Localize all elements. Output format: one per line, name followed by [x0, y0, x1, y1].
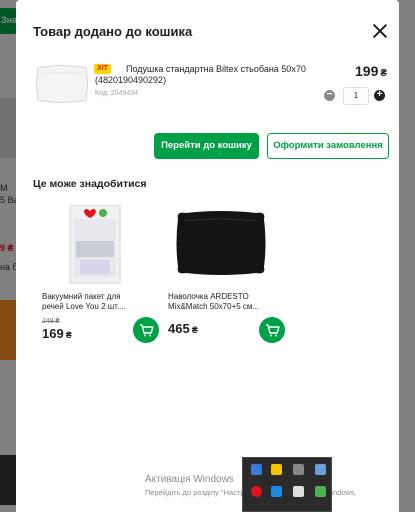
quantity-stepper: − 1 +: [321, 87, 389, 105]
price-value: 199: [355, 63, 379, 79]
telegram-tray-icon[interactable]: [315, 464, 326, 475]
product-card: Наволочка ARDESTO Mix&Match 50x70+5 см..…: [166, 205, 285, 345]
cart-item-price: 199 ₴: [355, 63, 387, 79]
cart-item-code: Код: 2049434: [95, 90, 139, 97]
pillowcase-image[interactable]: [166, 205, 276, 285]
product-card: Вакуумний пакет для речей Love You 2 шт.…: [40, 204, 159, 345]
pillow-image[interactable]: [32, 62, 92, 106]
windows-activation-title: Активація Windows: [145, 474, 234, 485]
app-tray-icon[interactable]: [271, 486, 282, 497]
currency-symbol: ₴: [65, 330, 72, 340]
minus-icon[interactable]: −: [324, 90, 335, 101]
modal-title: Товар додано до кошика: [33, 24, 193, 39]
add-to-cart-button[interactable]: [133, 317, 159, 343]
app-tray-icon[interactable]: [251, 464, 262, 475]
product-name[interactable]: Наволочка ARDESTO Mix&Match 50x70+5 см..…: [168, 292, 264, 312]
product-name[interactable]: Вакуумний пакет для речей Love You 2 шт.…: [42, 292, 138, 312]
product-price: 465 ₴: [168, 321, 198, 336]
chrome-tray-icon[interactable]: [251, 486, 262, 497]
cart-icon: [140, 324, 154, 337]
vacuum-bag-image[interactable]: [40, 204, 150, 285]
cart-modal: Товар додано до кошика ХІТ Подушка станд…: [16, 0, 399, 512]
add-to-cart-button[interactable]: [259, 317, 285, 343]
cart-icon: [266, 324, 280, 337]
product-price: 169 ₴: [42, 326, 72, 341]
go-to-cart-button[interactable]: Перейти до кошику: [154, 133, 259, 159]
app-tray-icon[interactable]: [315, 486, 326, 497]
currency-symbol: ₴: [191, 325, 198, 335]
quantity-input[interactable]: 1: [343, 87, 369, 105]
price-value: 465: [168, 321, 190, 336]
recommendations-title: Це може знадобитися: [33, 178, 147, 190]
shield-tray-icon[interactable]: [271, 464, 282, 475]
cloud-tray-icon[interactable]: [293, 464, 304, 475]
system-tray-popup: [242, 457, 332, 512]
currency-symbol: ₴: [380, 68, 388, 79]
plus-icon[interactable]: +: [374, 90, 385, 101]
cart-item-name[interactable]: Подушка стандартна Biltex стьобана 50x70…: [95, 64, 315, 86]
old-price: 249 ₴: [42, 318, 60, 325]
app-tray-icon[interactable]: [293, 486, 304, 497]
price-value: 169: [42, 326, 64, 341]
close-icon[interactable]: [371, 22, 389, 40]
checkout-button[interactable]: Оформити замовлення: [267, 133, 389, 159]
